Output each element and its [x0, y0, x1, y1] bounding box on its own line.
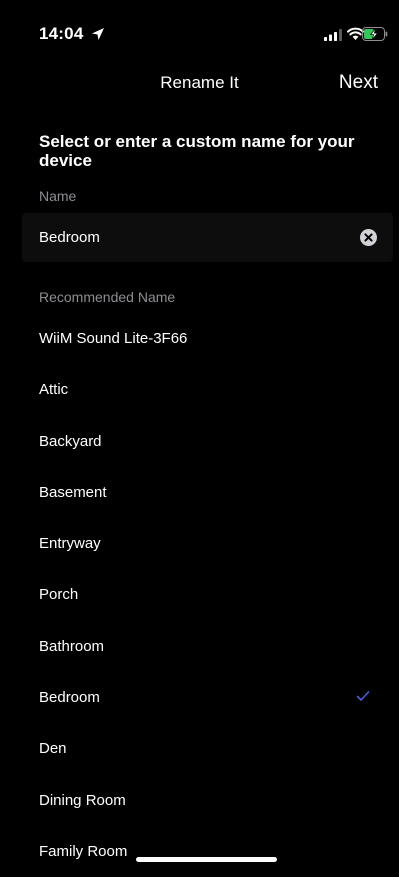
- recommended-name-item[interactable]: Porch: [0, 569, 399, 620]
- recommended-name-label: Dining Room: [39, 791, 126, 809]
- next-button[interactable]: Next: [339, 72, 378, 94]
- name-field: [22, 213, 393, 262]
- status-bar: 14:04: [0, 0, 399, 58]
- recommended-name-label: Backyard: [39, 432, 102, 450]
- nav-bar: Rename It Next: [0, 64, 399, 104]
- location-arrow-icon: [92, 28, 104, 40]
- recommended-name-label: Bedroom: [39, 689, 100, 707]
- name-section-label: Name: [39, 188, 77, 204]
- status-time: 14:04: [39, 24, 84, 43]
- recommended-name-item[interactable]: Dining Room: [0, 775, 399, 826]
- home-indicator: [136, 857, 277, 862]
- recommended-name-item[interactable]: Backyard: [0, 416, 399, 467]
- recommended-name-item[interactable]: Attic: [0, 364, 399, 415]
- battery-charging-icon: [362, 27, 388, 41]
- recommended-name-item[interactable]: WiiM Sound Lite-3F66: [0, 313, 399, 364]
- cellular-signal-icon: [324, 29, 342, 41]
- recommended-name-item[interactable]: Bathroom: [0, 621, 399, 672]
- checkmark-icon: [356, 691, 370, 701]
- recommended-name-item[interactable]: Den: [0, 723, 399, 774]
- recommended-name-label: WiiM Sound Lite-3F66: [39, 330, 188, 347]
- recommended-name-item[interactable]: Family Room: [0, 826, 399, 877]
- recommended-name-label: Basement: [39, 483, 107, 501]
- recommended-name-label: Family Room: [39, 842, 128, 860]
- recommended-section-label: Recommended Name: [39, 289, 176, 305]
- recommended-name-label: Porch: [39, 586, 79, 604]
- recommended-name-list: WiiM Sound Lite-3F66 Attic Backyard Basemen…: [0, 313, 399, 877]
- device-name-input[interactable]: [39, 213, 339, 262]
- recommended-name-label: Entryway: [39, 535, 101, 553]
- clear-text-icon[interactable]: [360, 229, 377, 246]
- recommended-name-label: Attic: [39, 381, 69, 399]
- recommended-name-item[interactable]: Entryway: [0, 518, 399, 569]
- recommended-name-item[interactable]: Bedroom: [0, 672, 399, 723]
- page-headline: Select or enter a custom name for your d…: [39, 132, 355, 170]
- recommended-name-label: Den: [39, 740, 67, 758]
- recommended-name-label: Bathroom: [39, 637, 105, 655]
- recommended-name-item[interactable]: Basement: [0, 467, 399, 518]
